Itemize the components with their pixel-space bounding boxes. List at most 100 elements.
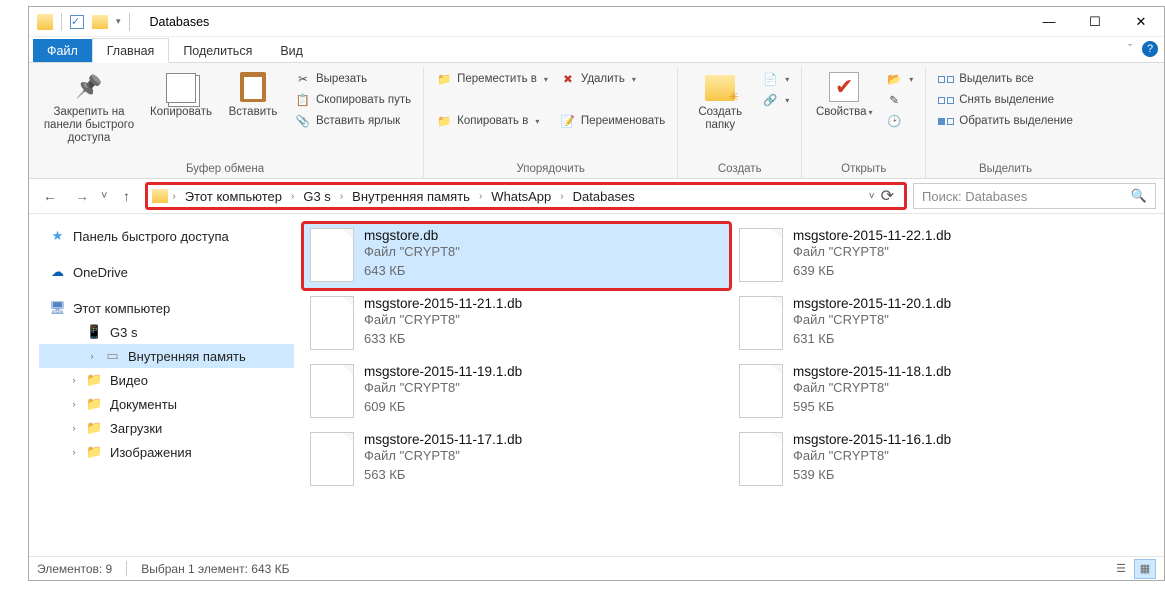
sidebar-quickaccess[interactable]: ★Панель быстрого доступа — [39, 224, 294, 248]
sidebar-pictures[interactable]: ›📁Изображения — [39, 440, 294, 464]
file-name: msgstore-2015-11-16.1.db — [793, 432, 951, 447]
invert-button[interactable]: Обратить выделение — [934, 111, 1077, 131]
cut-icon: ✂ — [295, 71, 311, 87]
view-tiles-button[interactable]: ▦ — [1134, 559, 1156, 579]
file-type: Файл "CRYPT8" — [793, 379, 951, 398]
delete-button[interactable]: ✖Удалить▾ — [556, 69, 669, 89]
crumb-device[interactable]: G3 s — [298, 187, 335, 206]
crumb-databases[interactable]: Databases — [568, 187, 640, 206]
copy-icon — [166, 73, 196, 103]
help-icon[interactable]: ? — [1142, 41, 1158, 57]
refresh-icon[interactable]: ⟳ — [881, 186, 894, 206]
properties-icon — [829, 72, 859, 102]
sidebar-storage[interactable]: ›▭Внутренняя память — [39, 344, 294, 368]
qat-dropdown-icon[interactable]: ▾ — [116, 16, 121, 27]
file-icon — [310, 432, 354, 486]
newfolder-icon — [705, 75, 735, 101]
address-dropdown-icon[interactable]: ˅ — [869, 191, 875, 202]
file-size: 631 КБ — [793, 330, 951, 349]
copypath-icon: 📋 — [295, 92, 311, 108]
edit-icon: ✎ — [886, 92, 902, 108]
nav-up-button[interactable]: ↑ — [113, 183, 139, 209]
file-item[interactable]: msgstore-2015-11-17.1.dbФайл "CRYPT8"563… — [302, 426, 731, 494]
address-bar[interactable]: › Этот компьютер› G3 s› Внутренняя памят… — [145, 182, 907, 210]
easyaccess-button[interactable]: 🔗▾ — [758, 90, 793, 110]
folder-icon: 📁 — [86, 444, 103, 460]
folder-icon: 📁 — [86, 420, 103, 436]
file-name: msgstore.db — [364, 228, 460, 243]
open-button[interactable]: 📂▾ — [882, 69, 917, 89]
file-type: Файл "CRYPT8" — [364, 379, 522, 398]
file-item[interactable]: msgstore-2015-11-20.1.dbФайл "CRYPT8"631… — [731, 290, 1160, 358]
view-details-button[interactable]: ☰ — [1110, 559, 1132, 579]
status-count: Элементов: 9 — [37, 562, 112, 576]
copy-button[interactable]: Копировать — [147, 67, 215, 119]
properties-button[interactable]: Свойства▾ — [810, 67, 878, 119]
app-icon — [37, 14, 53, 30]
chevron-right-icon: › — [87, 351, 97, 361]
qat-newfolder-icon[interactable] — [92, 15, 108, 29]
titlebar: ▾ Databases — ☐ ✕ — [29, 7, 1164, 37]
copyto-button[interactable]: 📁Копировать в▾ — [432, 111, 552, 131]
nav-history-icon[interactable]: ˅ — [101, 190, 107, 202]
cloud-icon: ☁ — [49, 264, 66, 280]
copypath-button[interactable]: 📋Скопировать путь — [291, 90, 415, 110]
close-button[interactable]: ✕ — [1118, 7, 1164, 37]
moveto-button[interactable]: 📁Переместить в▾ — [432, 69, 552, 89]
star-icon: ★ — [49, 228, 66, 244]
file-item[interactable]: msgstore.dbФайл "CRYPT8"643 КБ — [302, 222, 731, 290]
folder-icon: 📁 — [86, 396, 103, 412]
newfolder-button[interactable]: Создать папку — [686, 67, 754, 132]
crumb-whatsapp[interactable]: WhatsApp — [486, 187, 556, 206]
file-name: msgstore-2015-11-22.1.db — [793, 228, 951, 243]
file-item[interactable]: msgstore-2015-11-19.1.dbФайл "CRYPT8"609… — [302, 358, 731, 426]
tab-home[interactable]: Главная — [92, 38, 170, 63]
file-icon — [739, 432, 783, 486]
file-type: Файл "CRYPT8" — [364, 243, 460, 262]
sidebar-documents[interactable]: ›📁Документы — [39, 392, 294, 416]
ribbon-collapse-icon[interactable]: ˇ — [1128, 43, 1132, 55]
file-size: 609 КБ — [364, 398, 522, 417]
sidebar-device[interactable]: 📱G3 s — [39, 320, 294, 344]
pasteshortcut-button[interactable]: 📎Вставить ярлык — [291, 111, 415, 131]
sidebar-videos[interactable]: ›📁Видео — [39, 368, 294, 392]
rename-button[interactable]: 📝Переименовать — [556, 111, 669, 131]
search-input[interactable]: Поиск: Databases 🔍 — [913, 183, 1156, 209]
file-type: Файл "CRYPT8" — [793, 311, 951, 330]
crumb-storage[interactable]: Внутренняя память — [347, 187, 475, 206]
file-size: 595 КБ — [793, 398, 951, 417]
status-selection: Выбран 1 элемент: 643 КБ — [141, 562, 289, 576]
file-icon — [310, 364, 354, 418]
crumb-pc[interactable]: Этот компьютер — [180, 187, 287, 206]
cut-button[interactable]: ✂Вырезать — [291, 69, 415, 89]
explorer-window: ▾ Databases — ☐ ✕ Файл Главная Поделитьс… — [28, 6, 1165, 581]
file-item[interactable]: msgstore-2015-11-22.1.dbФайл "CRYPT8"639… — [731, 222, 1160, 290]
history-button[interactable]: 🕑 — [882, 111, 917, 131]
file-item[interactable]: msgstore-2015-11-21.1.dbФайл "CRYPT8"633… — [302, 290, 731, 358]
pin-button[interactable]: Закрепить на панели быстрого доступа — [35, 67, 143, 146]
newitem-button[interactable]: 📄▾ — [758, 69, 793, 89]
edit-button[interactable]: ✎ — [882, 90, 917, 110]
selectnone-button[interactable]: Снять выделение — [934, 90, 1077, 110]
tab-view[interactable]: Вид — [266, 39, 317, 62]
nav-back-button[interactable]: ← — [37, 183, 63, 209]
invert-icon — [938, 113, 954, 129]
minimize-button[interactable]: — — [1026, 7, 1072, 37]
maximize-button[interactable]: ☐ — [1072, 7, 1118, 37]
qat-properties-icon[interactable] — [70, 15, 84, 29]
paste-button[interactable]: Вставить — [219, 67, 287, 119]
file-area[interactable]: msgstore.dbФайл "CRYPT8"643 КБmsgstore-2… — [294, 214, 1164, 556]
file-item[interactable]: msgstore-2015-11-18.1.dbФайл "CRYPT8"595… — [731, 358, 1160, 426]
selectall-button[interactable]: Выделить все — [934, 69, 1077, 89]
tab-share[interactable]: Поделиться — [169, 39, 266, 62]
file-type: Файл "CRYPT8" — [364, 447, 522, 466]
file-size: 563 КБ — [364, 466, 522, 485]
file-item[interactable]: msgstore-2015-11-16.1.dbФайл "CRYPT8"539… — [731, 426, 1160, 494]
sidebar-pc[interactable]: 🖥Этот компьютер — [39, 296, 294, 320]
tab-file[interactable]: Файл — [33, 39, 92, 62]
sidebar-downloads[interactable]: ›📁Загрузки — [39, 416, 294, 440]
file-name: msgstore-2015-11-17.1.db — [364, 432, 522, 447]
sidebar-onedrive[interactable]: ☁OneDrive — [39, 260, 294, 284]
file-type: Файл "CRYPT8" — [364, 311, 522, 330]
nav-forward-button[interactable]: → — [69, 183, 95, 209]
